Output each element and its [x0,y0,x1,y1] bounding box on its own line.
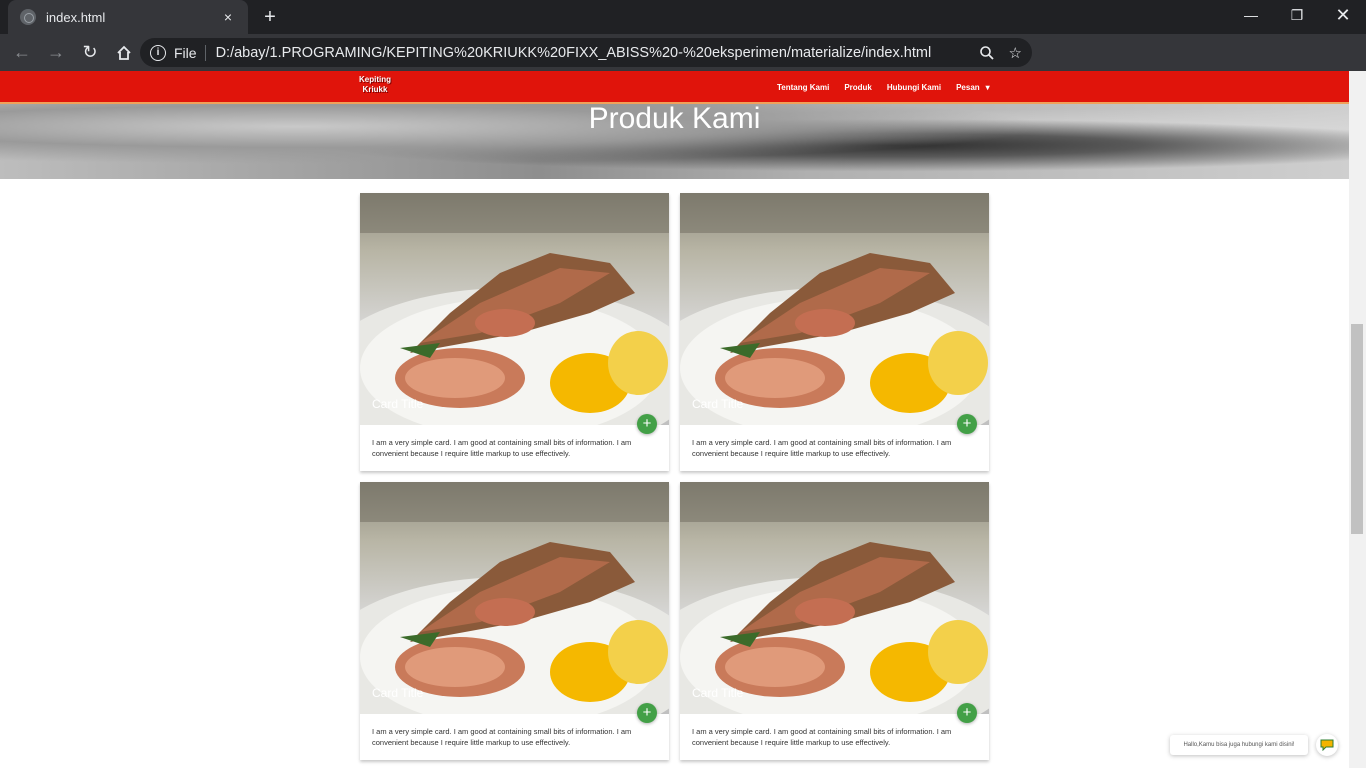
menu-item-hubungi[interactable]: Hubungi Kami [887,83,941,92]
zoom-icon[interactable] [979,45,995,61]
product-card[interactable]: Card Title + I am a very simple card. I … [680,482,989,760]
site-menu: Tentang Kami Produk Hubungi Kami Pesan ▾ [777,71,1005,104]
globe-icon [20,9,36,25]
card-text: I am a very simple card. I am good at co… [692,727,952,747]
home-icon [117,45,131,60]
browser-tab[interactable]: index.html × [8,0,248,34]
info-icon[interactable]: i [150,44,166,61]
tab-title: index.html [46,9,106,25]
crab-image [360,482,669,714]
page-viewport: Kepiting Kriukk Tentang Kami Produk Hubu… [0,71,1349,768]
close-window-button[interactable]: ✕ [1320,0,1366,30]
card-text: I am a very simple card. I am good at co… [372,727,632,747]
crab-dish-illustration [360,482,669,714]
menu-item-tentang[interactable]: Tentang Kami [777,83,829,92]
add-button[interactable]: + [637,414,657,434]
browser-tab-strip: index.html × + — ❐ ✕ [0,0,1366,34]
minimize-button[interactable]: — [1228,0,1274,30]
bookmark-star-icon[interactable]: ☆ [1009,44,1022,62]
site-logo[interactable]: Kepiting Kriukk [357,75,393,99]
page-scrollbar[interactable] [1349,71,1366,768]
back-button[interactable]: ← [6,37,38,69]
menu-item-produk[interactable]: Produk [844,83,872,92]
forward-button[interactable]: → [40,37,72,69]
chat-button[interactable] [1316,734,1338,756]
crab-dish-illustration [680,482,989,714]
add-button[interactable]: + [957,414,977,434]
card-title: Card Title [372,397,424,411]
crab-image [680,193,989,425]
url-scheme: File [174,44,197,61]
product-card[interactable]: Card Title + I am a very simple card. I … [360,193,669,471]
product-card[interactable]: Card Title + I am a very simple card. I … [360,482,669,760]
tab-close-icon[interactable]: × [220,9,236,25]
page-title: Produk Kami [588,102,761,135]
card-text: I am a very simple card. I am good at co… [692,438,952,458]
menu-item-pesan[interactable]: Pesan [956,83,980,92]
logo-line2: Kriukk [362,85,388,94]
logo-line1: Kepiting [359,75,391,84]
card-text: I am a very simple card. I am good at co… [372,438,632,458]
browser-toolbar: ← → ↻ i File D:/abay/1.PROGRAMING/KEPITI… [0,34,1366,98]
url-separator [204,44,206,61]
crab-dish-illustration [360,193,669,425]
hero-section: Produk Kami [0,102,1349,179]
card-title: Card Title [372,686,424,700]
address-bar[interactable]: i File D:/abay/1.PROGRAMING/KEPITING%20K… [140,38,1032,67]
chat-bubble[interactable]: Hallo,Kamu bisa juga hubungi kami disini… [1170,735,1308,755]
chat-icon [1320,739,1334,751]
add-button[interactable]: + [957,703,977,723]
reload-button[interactable]: ↻ [74,37,106,69]
product-card[interactable]: Card Title + I am a very simple card. I … [680,193,989,471]
card-title: Card Title [692,397,744,411]
crab-dish-illustration [680,193,989,425]
scrollbar-thumb[interactable] [1351,324,1363,534]
site-navbar: Kepiting Kriukk Tentang Kami Produk Hubu… [0,71,1349,104]
chevron-down-icon[interactable]: ▾ [986,83,990,92]
crab-image [360,193,669,425]
url-text[interactable]: D:/abay/1.PROGRAMING/KEPITING%20KRIUKK%2… [216,45,979,61]
home-button[interactable] [108,37,140,69]
card-title: Card Title [692,686,744,700]
crab-image [680,482,989,714]
new-tab-button[interactable]: + [258,5,282,29]
restore-button[interactable]: ❐ [1274,0,1320,30]
add-button[interactable]: + [637,703,657,723]
